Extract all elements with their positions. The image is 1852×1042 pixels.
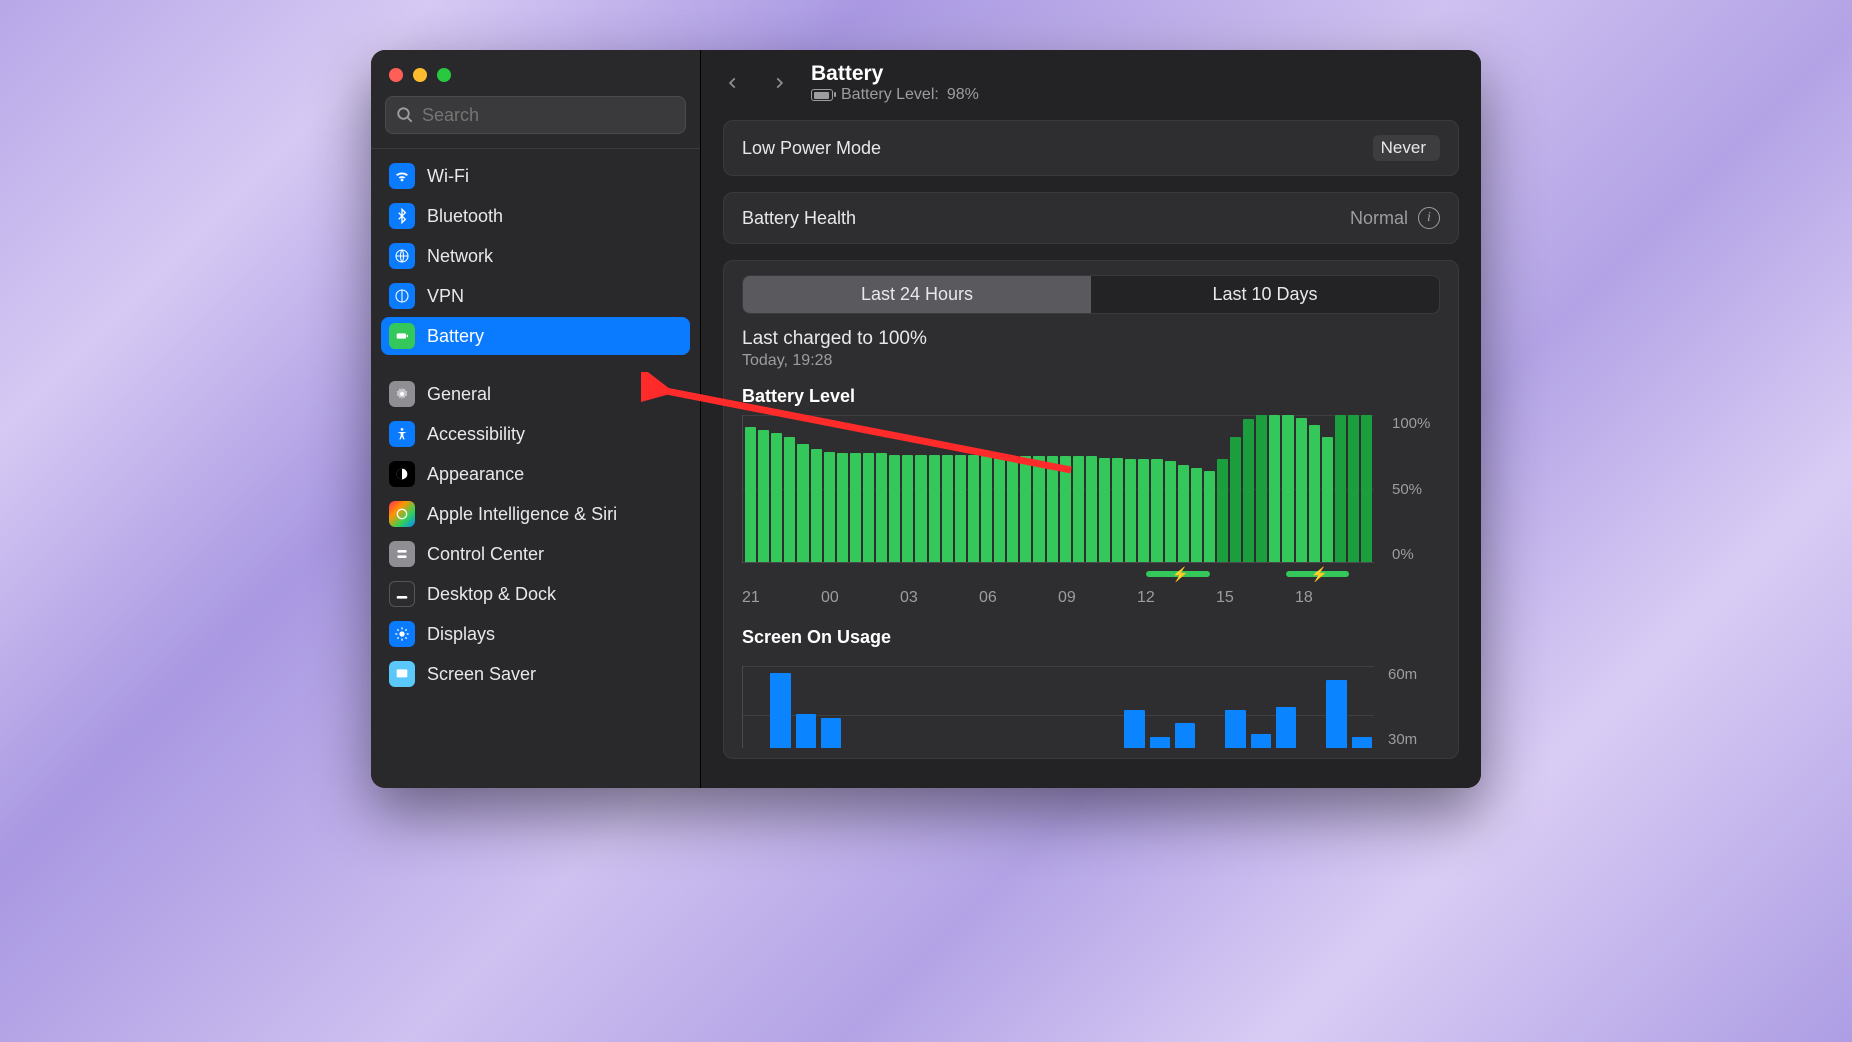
sidebar-item-label: Apple Intelligence & Siri: [427, 504, 617, 525]
sidebar-item-label: Network: [427, 246, 493, 267]
sidebar-item-displays[interactable]: Displays: [381, 615, 690, 653]
battery-level-xaxis: 2100030609121518: [742, 589, 1440, 607]
battery-level-value: 98%: [947, 86, 979, 104]
sidebar-item-label: Bluetooth: [427, 206, 503, 227]
siri-icon: [389, 501, 415, 527]
low-power-mode-label: Low Power Mode: [742, 138, 881, 159]
low-power-mode-value: Never: [1381, 138, 1426, 158]
low-power-mode-select[interactable]: Never: [1373, 135, 1440, 161]
sidebar-item-label: Battery: [427, 326, 484, 347]
battery-health-value: Normal: [1350, 208, 1408, 229]
screen-on-yaxis: 60m 30m: [1388, 666, 1440, 748]
page-title: Battery: [811, 62, 883, 86]
sidebar-item-appearance[interactable]: Appearance: [381, 455, 690, 493]
info-icon[interactable]: i: [1418, 207, 1440, 229]
battery-level-yaxis: 100% 50% 0%: [1388, 415, 1440, 563]
tab-last-24-hours[interactable]: Last 24 Hours: [743, 276, 1091, 313]
sidebar-item-label: Displays: [427, 624, 495, 645]
battery-health-label: Battery Health: [742, 208, 856, 229]
sidebar-list: Wi-Fi Bluetooth Network VPN Battery Ge: [371, 148, 700, 788]
sidebar-item-bluetooth[interactable]: Bluetooth: [381, 197, 690, 235]
window-controls: [371, 50, 700, 92]
sidebar: Wi-Fi Bluetooth Network VPN Battery Ge: [371, 50, 701, 788]
nav-forward-button[interactable]: [765, 69, 793, 97]
zoom-window-button[interactable]: [437, 68, 451, 82]
tab-last-10-days[interactable]: Last 10 Days: [1091, 276, 1439, 313]
sidebar-item-label: Accessibility: [427, 424, 525, 445]
battery-level-chart-title: Battery Level: [742, 386, 1440, 407]
time-range-segmented: Last 24 Hours Last 10 Days: [742, 275, 1440, 314]
charging-indicator-rail: ⚡⚡: [742, 567, 1374, 581]
control-center-icon: [389, 541, 415, 567]
sidebar-item-label: VPN: [427, 286, 464, 307]
sidebar-item-wifi[interactable]: Wi-Fi: [381, 157, 690, 195]
sidebar-item-accessibility[interactable]: Accessibility: [381, 415, 690, 453]
main-header: Battery Battery Level: 98%: [701, 50, 1481, 116]
sidebar-item-label: Screen Saver: [427, 664, 536, 685]
gear-icon: [389, 381, 415, 407]
accessibility-icon: [389, 421, 415, 447]
nav-back-button[interactable]: [719, 69, 747, 97]
screensaver-icon: [389, 661, 415, 687]
low-power-mode-row: Low Power Mode Never: [723, 120, 1459, 176]
settings-window: Wi-Fi Bluetooth Network VPN Battery Ge: [371, 50, 1481, 788]
sidebar-item-label: Desktop & Dock: [427, 584, 556, 605]
minimize-window-button[interactable]: [413, 68, 427, 82]
vpn-icon: [389, 283, 415, 309]
screen-on-chart: [742, 666, 1374, 748]
search-input[interactable]: [422, 105, 675, 126]
battery-level-chart: [742, 415, 1374, 563]
sidebar-item-desktop-dock[interactable]: Desktop & Dock: [381, 575, 690, 613]
appearance-icon: [389, 461, 415, 487]
search-field[interactable]: [385, 96, 686, 134]
last-charged-title: Last charged to 100%: [742, 328, 1440, 350]
search-icon: [396, 106, 414, 124]
sidebar-item-vpn[interactable]: VPN: [381, 277, 690, 315]
sidebar-item-battery[interactable]: Battery: [381, 317, 690, 355]
battery-status-icon: [811, 89, 833, 101]
sidebar-item-network[interactable]: Network: [381, 237, 690, 275]
sidebar-item-general[interactable]: General: [381, 375, 690, 413]
battery-health-row[interactable]: Battery Health Normal i: [723, 192, 1459, 244]
screen-on-chart-title: Screen On Usage: [742, 627, 1440, 648]
close-window-button[interactable]: [389, 68, 403, 82]
sidebar-item-label: General: [427, 384, 491, 405]
network-icon: [389, 243, 415, 269]
sidebar-item-label: Wi-Fi: [427, 166, 469, 187]
usage-history-panel: Last 24 Hours Last 10 Days Last charged …: [723, 260, 1459, 759]
battery-icon: [389, 323, 415, 349]
sidebar-item-label: Appearance: [427, 464, 524, 485]
bluetooth-icon: [389, 203, 415, 229]
last-charged-time: Today, 19:28: [742, 352, 1440, 370]
sidebar-item-control-center[interactable]: Control Center: [381, 535, 690, 573]
main-panel: Battery Battery Level: 98% Low Power Mod…: [701, 50, 1481, 788]
sidebar-item-screen-saver[interactable]: Screen Saver: [381, 655, 690, 693]
sidebar-item-label: Control Center: [427, 544, 544, 565]
wifi-icon: [389, 163, 415, 189]
dock-icon: [389, 581, 415, 607]
sidebar-item-siri[interactable]: Apple Intelligence & Siri: [381, 495, 690, 533]
displays-icon: [389, 621, 415, 647]
battery-level-label: Battery Level:: [841, 86, 939, 104]
